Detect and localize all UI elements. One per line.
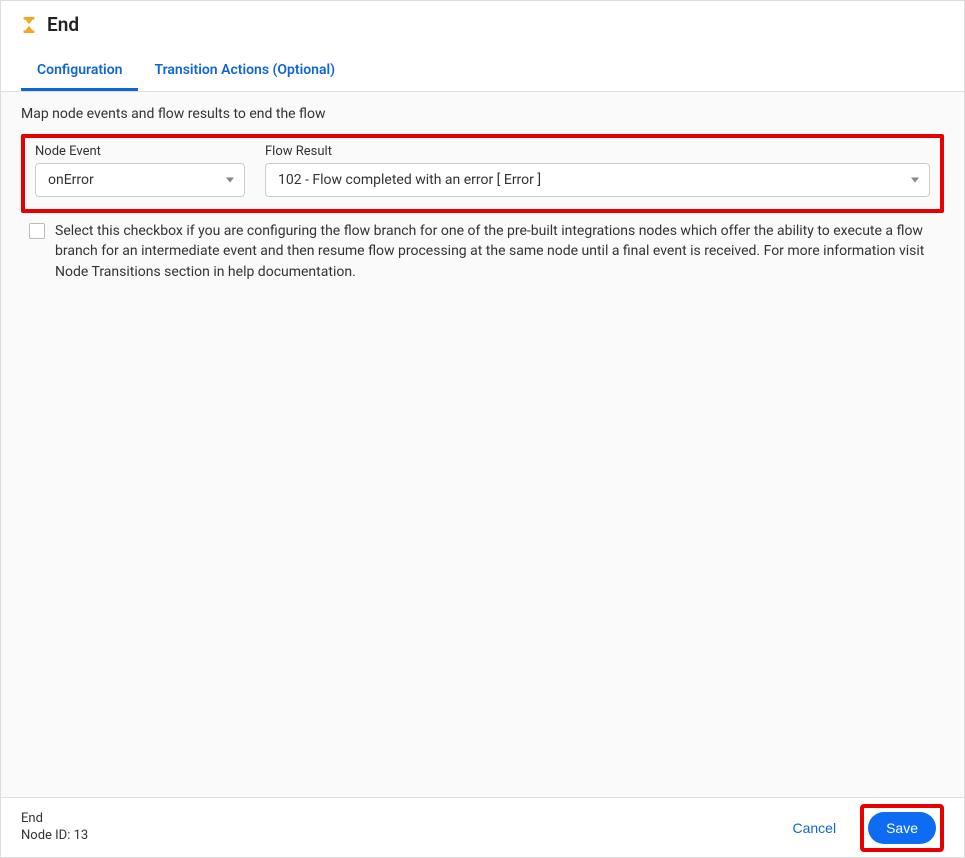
content-area: Map node events and flow results to end …	[1, 92, 964, 803]
flow-result-select[interactable]: 102 - Flow completed with an error [ Err…	[265, 163, 930, 197]
node-event-value: onError	[48, 172, 94, 188]
flow-result-value: 102 - Flow completed with an error [ Err…	[278, 172, 541, 188]
highlight-box: Node Event onError Flow Result 102 - Flo…	[21, 134, 944, 213]
chevron-down-icon	[911, 178, 919, 183]
checkbox-row: Select this checkbox if you are configur…	[21, 221, 944, 282]
checkbox-text: Select this checkbox if you are configur…	[55, 221, 934, 282]
node-event-field-group: Node Event onError	[35, 144, 245, 197]
footer-info: End Node ID: 13	[21, 811, 88, 845]
node-event-select[interactable]: onError	[35, 163, 245, 197]
footer-node-id: Node ID: 13	[21, 828, 88, 845]
tab-configuration[interactable]: Configuration	[21, 52, 138, 91]
footer: End Node ID: 13 Cancel Save	[1, 797, 964, 857]
fields-row: Node Event onError Flow Result 102 - Flo…	[35, 144, 930, 197]
hourglass-icon	[21, 17, 37, 33]
cancel-button[interactable]: Cancel	[792, 820, 836, 836]
chevron-down-icon	[226, 178, 234, 183]
page-header: End	[1, 1, 964, 44]
flow-result-label: Flow Result	[265, 144, 930, 159]
tabs-bar: Configuration Transition Actions (Option…	[1, 52, 964, 92]
tab-transition-actions[interactable]: Transition Actions (Optional)	[138, 52, 351, 91]
node-event-label: Node Event	[35, 144, 245, 159]
resume-checkbox[interactable]	[29, 223, 45, 239]
footer-node-name: End	[21, 811, 88, 828]
page-title: End	[47, 13, 79, 36]
save-highlight: Save	[860, 804, 944, 852]
flow-result-field-group: Flow Result 102 - Flow completed with an…	[265, 144, 930, 197]
content-description: Map node events and flow results to end …	[21, 106, 944, 122]
footer-actions: Cancel Save	[792, 804, 944, 852]
save-button[interactable]: Save	[868, 812, 936, 844]
